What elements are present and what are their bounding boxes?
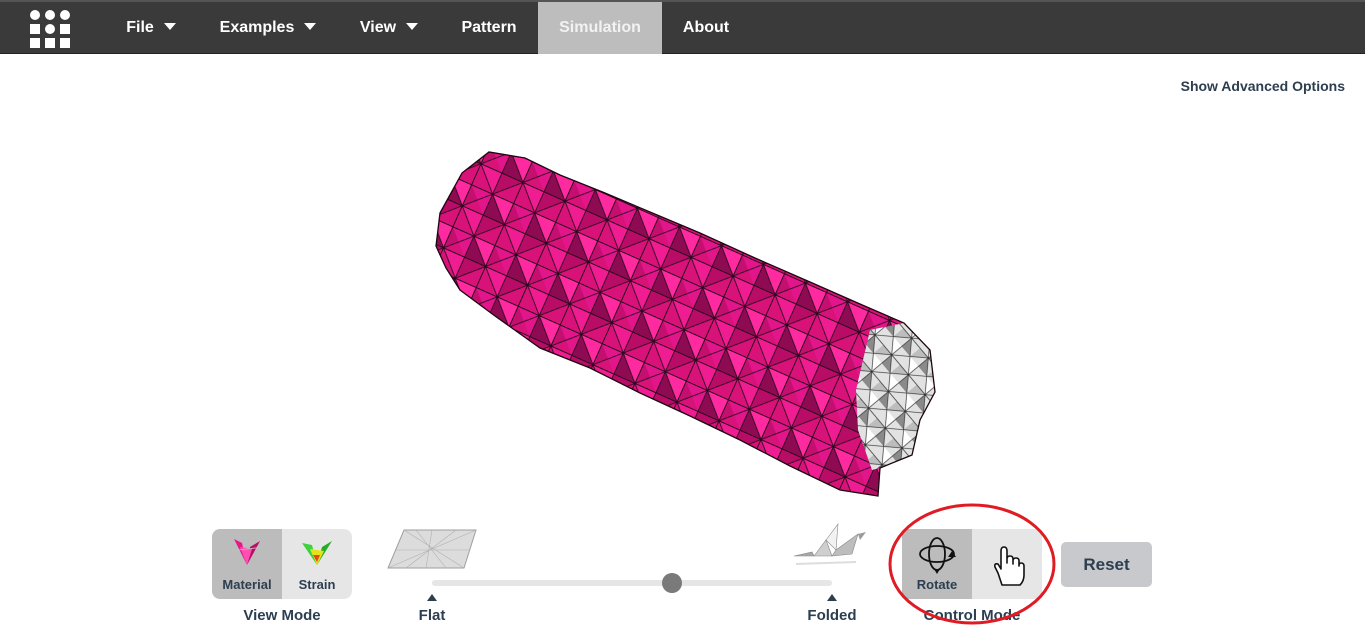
fold-percent-slider-thumb[interactable] [662, 573, 682, 593]
folded-tick-marker [827, 594, 837, 601]
rotate-mode-button[interactable]: Rotate [902, 529, 972, 599]
material-fold-icon [229, 539, 265, 565]
flat-tick-marker [427, 594, 437, 601]
view-mode-caption: View Mode [243, 607, 321, 624]
flat-label: Flat [418, 607, 446, 624]
rotate-label: Rotate [916, 577, 958, 592]
folded-crane-icon [793, 522, 866, 565]
fold-percent-slider-track[interactable] [432, 580, 832, 586]
pointer-hand-icon [994, 546, 1025, 586]
material-label: Material [222, 577, 272, 592]
rotate-icon [919, 537, 956, 574]
strain-fold-icon [302, 541, 332, 565]
folded-label: Folded [807, 607, 857, 624]
material-view-button[interactable]: Material [212, 529, 282, 599]
flat-sheet-icon [387, 529, 477, 569]
view-mode-toggle: Material Strain [212, 529, 352, 599]
reset-button[interactable]: Reset [1061, 542, 1152, 587]
grab-mode-button[interactable] [972, 529, 1042, 599]
strain-label: Strain [298, 577, 336, 592]
strain-view-button[interactable]: Strain [282, 529, 352, 599]
origami-model-viewport[interactable] [0, 0, 1365, 520]
control-mode-toggle: Rotate [902, 529, 1042, 599]
control-mode-caption: Control Mode [923, 607, 1021, 624]
